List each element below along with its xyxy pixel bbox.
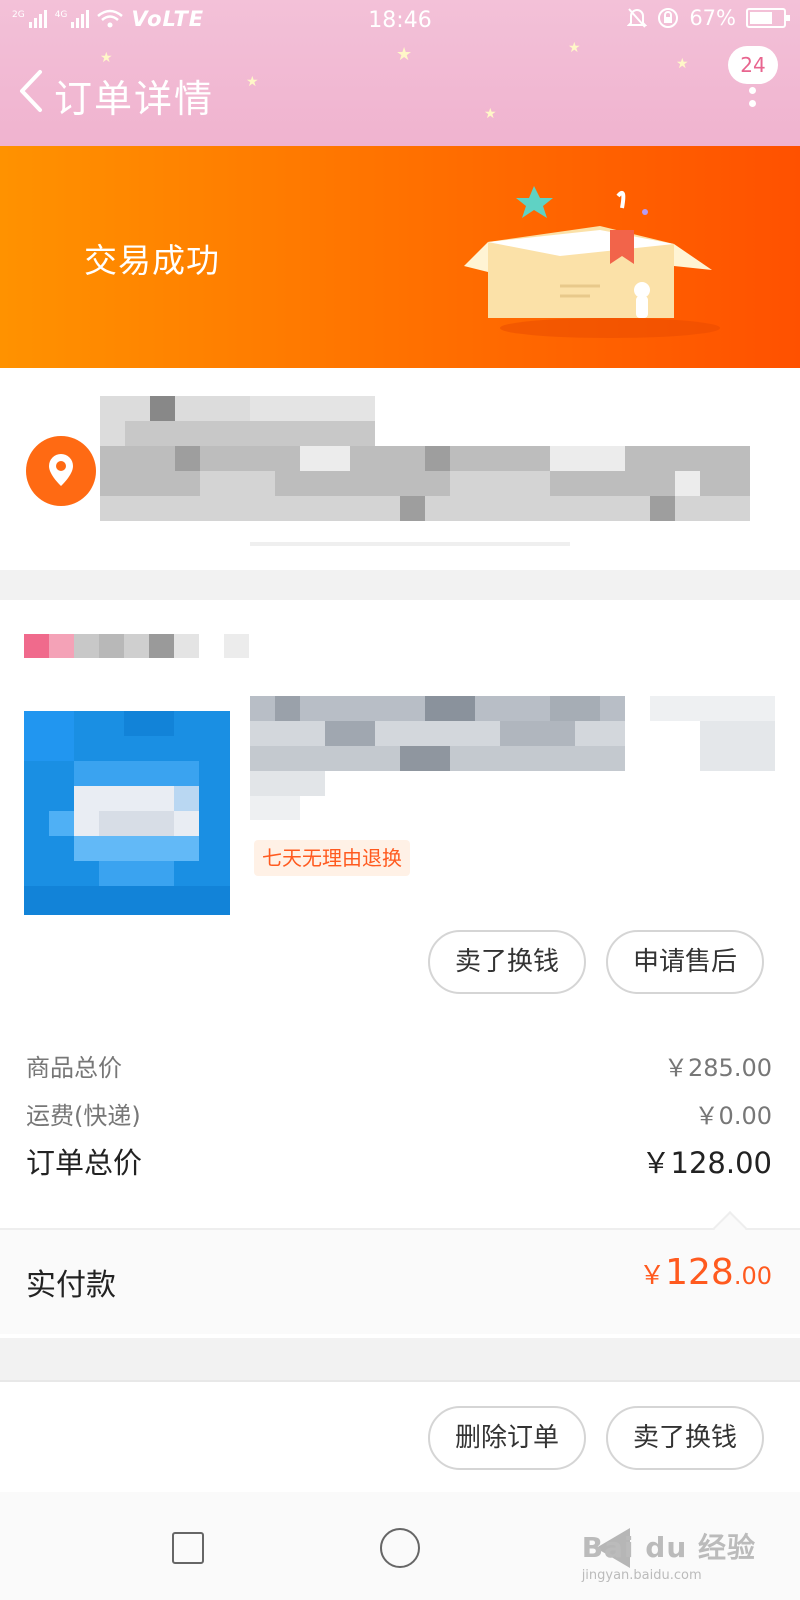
order-status-text: 交易成功 bbox=[84, 241, 220, 280]
star-decoration: ★ bbox=[246, 74, 259, 90]
status-right: 67% bbox=[627, 6, 790, 30]
amount-paid-decimal: .00 bbox=[733, 1262, 772, 1290]
battery-icon bbox=[746, 8, 790, 28]
location-pin-icon bbox=[26, 436, 96, 506]
sell-for-cash-footer-button[interactable]: 卖了换钱 bbox=[606, 1406, 764, 1470]
shop-name-redacted-mosaic bbox=[24, 634, 249, 658]
baidu-jingyan-watermark: Bai du 经验 jingyan.baidu.com bbox=[582, 1526, 756, 1583]
subtotal-value: ￥285.00 bbox=[664, 1054, 772, 1082]
star-decoration: ★ bbox=[676, 56, 689, 72]
delete-order-button[interactable]: 删除订单 bbox=[428, 1406, 586, 1470]
star-decoration: ★ bbox=[100, 50, 113, 66]
pointer-caret bbox=[713, 1211, 747, 1245]
shipping-fee-label: 运费(快递) bbox=[26, 1102, 141, 1130]
watermark-main: Bai du 经验 bbox=[581, 1531, 756, 1564]
order-total-label: 订单总价 bbox=[26, 1146, 143, 1180]
package-box-illustration bbox=[464, 186, 720, 338]
product-thumbnail[interactable] bbox=[24, 711, 230, 915]
recent-apps-icon[interactable] bbox=[172, 1532, 204, 1564]
order-action-bar: 删除订单 卖了换钱 bbox=[0, 1380, 800, 1492]
system-navigation-bar: Bai du 经验 jingyan.baidu.com bbox=[0, 1492, 800, 1600]
star-decoration: ★ bbox=[396, 44, 413, 65]
status-bar: 2G 4G VoLTE 18:46 67% bbox=[0, 0, 800, 40]
nav-bar: 订单详情 ★ ★ ★ ★ ★ ★ 24 bbox=[0, 40, 800, 146]
seven-day-return-tag: 七天无理由退换 bbox=[254, 840, 410, 876]
lock-rotation-icon bbox=[658, 8, 679, 28]
home-icon[interactable] bbox=[380, 1528, 420, 1568]
request-after-sales-button[interactable]: 申请售后 bbox=[606, 930, 764, 994]
address-redacted-mosaic bbox=[100, 396, 760, 556]
shipping-address-card[interactable] bbox=[0, 368, 800, 570]
star-decoration: ★ bbox=[484, 106, 497, 122]
sell-for-cash-button[interactable]: 卖了换钱 bbox=[428, 930, 586, 994]
silent-icon bbox=[627, 8, 648, 28]
more-menu-icon[interactable] bbox=[744, 74, 760, 134]
back-arrow-icon[interactable] bbox=[14, 66, 54, 116]
amount-paid-value: ￥128.00 bbox=[639, 1252, 772, 1293]
watermark-url: jingyan.baidu.com bbox=[581, 1568, 702, 1583]
screen: 2G 4G VoLTE 18:46 67% 订单详情 ★ ★ ★ ★ ★ ★ 2… bbox=[0, 0, 800, 1600]
amount-paid-section: 实付款 ￥128.00 bbox=[0, 1211, 800, 1334]
amount-paid-label: 实付款 bbox=[26, 1268, 116, 1303]
battery-percent: 67% bbox=[689, 6, 736, 30]
order-status-banner: 交易成功 bbox=[0, 146, 800, 368]
star-decoration: ★ bbox=[568, 40, 581, 56]
page-title: 订单详情 bbox=[54, 77, 215, 121]
order-total-value: ￥128.00 bbox=[641, 1146, 772, 1180]
amount-paid-currency: ￥ bbox=[639, 1261, 666, 1291]
top-bar: 2G 4G VoLTE 18:46 67% 订单详情 ★ ★ ★ ★ ★ ★ 2… bbox=[0, 0, 800, 146]
product-title-redacted-mosaic bbox=[250, 696, 775, 820]
shipping-fee-value: ￥0.00 bbox=[694, 1102, 772, 1130]
order-card: 七天无理由退换 卖了换钱 申请售后 商品总价 ￥285.00 运费(快递) ￥0… bbox=[0, 600, 800, 1338]
amount-paid-integer: 128 bbox=[665, 1252, 734, 1293]
subtotal-label: 商品总价 bbox=[26, 1054, 122, 1082]
